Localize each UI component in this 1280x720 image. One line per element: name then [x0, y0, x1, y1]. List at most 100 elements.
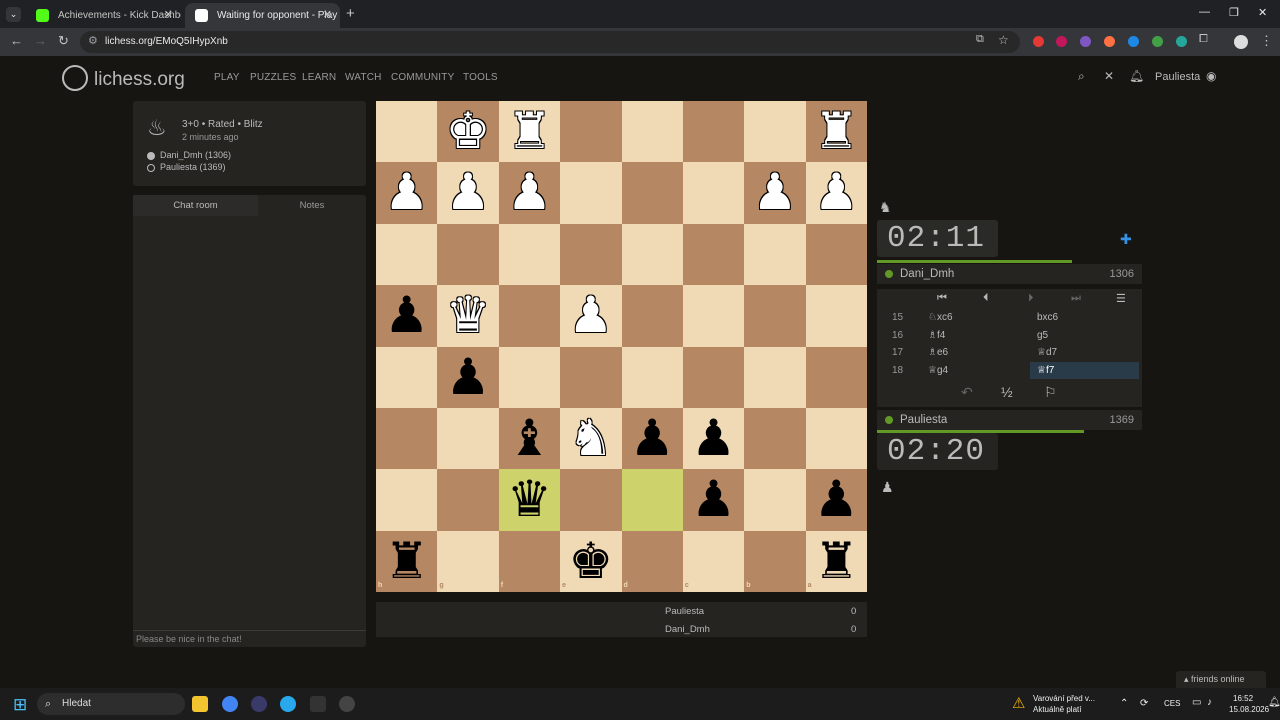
board-square[interactable] — [682, 285, 745, 347]
browser-tab-kick[interactable]: Achievements - Kick Dashboard ✕ — [26, 3, 181, 28]
nav-learn[interactable]: LEARN — [302, 72, 336, 83]
tab-chat-room[interactable]: Chat room — [133, 195, 258, 216]
chess-piece[interactable]: ♚ — [437, 101, 498, 162]
board-square[interactable] — [560, 101, 622, 163]
browser-tab-lichess[interactable]: Waiting for opponent - Play Da ✕ — [185, 3, 340, 28]
nav-puzzles[interactable]: PUZZLES — [250, 72, 296, 83]
board-square[interactable] — [682, 346, 745, 408]
nav-play[interactable]: PLAY — [214, 72, 240, 83]
board-square[interactable] — [376, 101, 438, 163]
chat-input[interactable]: Please be nice in the chat! — [133, 630, 366, 647]
board-square[interactable] — [744, 223, 806, 286]
reload-icon[interactable]: ↻ — [58, 33, 69, 49]
chess-piece[interactable]: ♟ — [437, 162, 498, 223]
extension-fox-icon[interactable] — [1104, 36, 1115, 47]
app-icon[interactable] — [310, 696, 326, 712]
chess-piece[interactable]: ♜ — [806, 101, 867, 162]
obs-icon[interactable] — [251, 696, 267, 712]
weather-warning-title[interactable]: Varování před v... — [1033, 694, 1095, 703]
board-square[interactable] — [560, 346, 622, 408]
board-square[interactable] — [744, 407, 806, 470]
extension-adblock-icon[interactable] — [1033, 36, 1044, 47]
offer-draw-button[interactable]: ½ — [1001, 384, 1013, 400]
extension-shield-icon[interactable] — [1128, 36, 1139, 47]
restore-icon[interactable]: ❐ — [1229, 6, 1239, 19]
chess-piece[interactable]: ♛ — [437, 285, 498, 346]
chess-piece[interactable]: ♝ — [499, 408, 560, 469]
address-bar[interactable]: ⚙ lichess.org/EMoQ5IHypXnb — [80, 31, 1020, 53]
extension-arrow-icon[interactable] — [1176, 36, 1187, 47]
board-square[interactable] — [744, 530, 806, 592]
search-icon[interactable]: ⌕ — [1078, 69, 1085, 84]
nav-watch[interactable]: WATCH — [345, 72, 382, 83]
site-info-icon[interactable]: ⚙ — [88, 34, 98, 47]
close-tab-icon[interactable]: ✕ — [164, 3, 173, 28]
board-square[interactable] — [682, 101, 745, 163]
board-square[interactable] — [682, 223, 745, 286]
move-black[interactable]: ♕d7 — [1037, 344, 1057, 361]
chess-piece[interactable]: ♟ — [499, 162, 560, 223]
chess-piece[interactable]: ♟ — [376, 285, 437, 346]
move-black[interactable]: ♕f7 — [1030, 361, 1139, 379]
chess-piece[interactable]: ♟ — [560, 285, 621, 346]
first-move-icon[interactable]: ⏮ — [937, 292, 947, 305]
close-window-icon[interactable]: ✕ — [1258, 6, 1267, 19]
tray-chevron-icon[interactable]: ⌃ — [1120, 698, 1128, 709]
board-square[interactable] — [621, 469, 683, 531]
board-square[interactable] — [376, 223, 438, 286]
chess-piece[interactable]: ♟ — [744, 162, 805, 223]
chess-piece[interactable]: ♟ — [806, 469, 867, 530]
add-time-icon[interactable]: ✚ — [1120, 231, 1132, 248]
chess-piece[interactable]: ♜ — [499, 101, 560, 162]
minimize-icon[interactable]: — — [1199, 6, 1210, 18]
bookmark-star-icon[interactable]: ☆ — [998, 33, 1009, 47]
taskbar-search[interactable]: ⌕ Hledat — [37, 693, 185, 715]
board-square[interactable] — [621, 285, 683, 347]
warning-icon[interactable]: ⚠ — [1012, 694, 1025, 712]
profile-avatar-icon[interactable] — [1234, 35, 1248, 49]
board-square[interactable] — [744, 101, 806, 163]
chess-board[interactable]: 1 2 3 4 5 6 7 8 h g f e d c b a ♚ ♜ ♜ ♟ ♟ ♟ ♟ ♟ ♟ ♛ ♟ ♟ ♝ ♞ ♟ ♟ ♛ ♟ ♟ ♜ ♚ ♜ — [376, 101, 867, 592]
nav-community[interactable]: COMMUNITY — [391, 72, 454, 83]
hamburger-menu-icon[interactable]: ☰ — [1116, 292, 1126, 305]
chess-piece[interactable]: ♟ — [376, 162, 437, 223]
board-square[interactable] — [498, 285, 561, 347]
new-tab-button[interactable]: + — [346, 5, 355, 22]
board-square[interactable] — [437, 223, 499, 286]
file-explorer-icon[interactable] — [192, 696, 208, 712]
chrome-icon[interactable] — [222, 696, 238, 712]
board-square[interactable] — [560, 223, 622, 286]
opponent-player-row[interactable]: Dani_Dmh 1306 — [877, 264, 1142, 284]
tab-search-button[interactable]: ⌄ — [6, 7, 21, 22]
takeback-icon[interactable]: ↶ — [961, 384, 973, 401]
tab-notes[interactable]: Notes — [258, 195, 366, 216]
chess-piece[interactable]: ♜ — [806, 531, 867, 592]
clock-time[interactable]: 16:52 — [1233, 694, 1253, 703]
move-white[interactable]: ♗e6 — [928, 344, 948, 361]
board-square[interactable] — [682, 162, 745, 224]
site-logo[interactable]: lichess.org — [62, 65, 185, 91]
chess-piece[interactable]: ♟ — [806, 162, 867, 223]
chess-piece[interactable]: ♞ — [560, 408, 621, 469]
extension-ublock-icon[interactable] — [1056, 36, 1067, 47]
close-tab-icon[interactable]: ✕ — [323, 3, 332, 28]
board-square[interactable] — [621, 223, 683, 286]
chess-piece[interactable]: ♛ — [499, 469, 560, 530]
user-avatar-icon[interactable]: ◉ — [1206, 69, 1216, 83]
chess-piece[interactable]: ♜ — [376, 531, 437, 592]
next-move-icon[interactable]: ⏵ — [1028, 292, 1034, 305]
chess-piece[interactable]: ♟ — [683, 469, 744, 530]
chess-piece[interactable]: ♚ — [560, 531, 621, 592]
forward-icon[interactable]: → — [34, 33, 47, 48]
extension-purple-icon[interactable] — [1080, 36, 1091, 47]
self-player-row[interactable]: Pauliesta 1369 — [877, 410, 1142, 430]
board-square[interactable] — [376, 469, 438, 531]
board-square[interactable] — [437, 407, 499, 470]
board-square[interactable] — [376, 407, 438, 470]
board-square[interactable] — [682, 530, 745, 592]
board-square[interactable] — [498, 346, 561, 408]
board-square[interactable] — [805, 346, 867, 408]
board-square[interactable] — [621, 101, 683, 163]
extensions-puzzle-icon[interactable]: ⧠ — [1199, 33, 1208, 46]
user-menu[interactable]: Pauliesta — [1155, 71, 1200, 83]
